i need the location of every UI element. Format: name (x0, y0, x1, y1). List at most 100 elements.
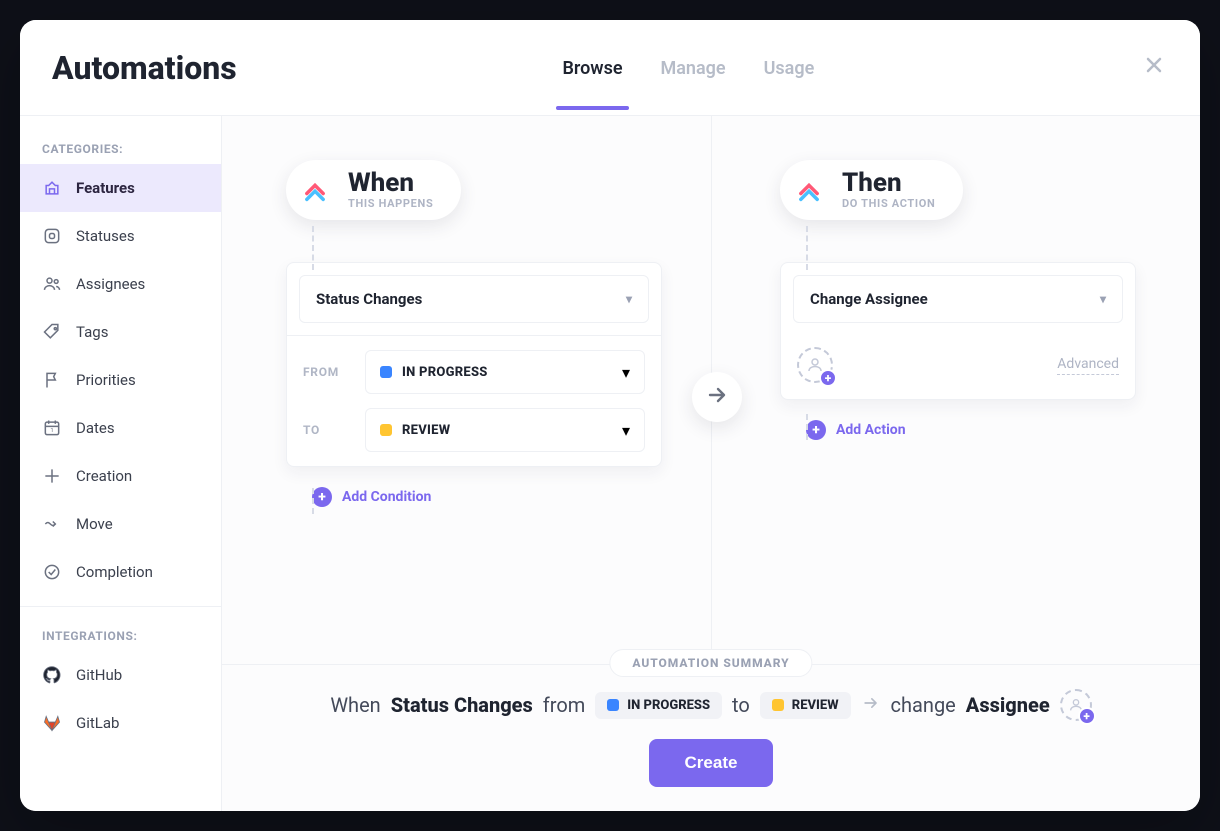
sidebar: CATEGORIES: Features Statuses Assignees (20, 116, 222, 811)
action-select[interactable]: Change Assignee ▾ (793, 275, 1123, 323)
tags-icon (42, 322, 62, 342)
from-status-select[interactable]: IN PROGRESS ▾ (365, 350, 645, 394)
tabs: Browse Manage Usage (562, 26, 814, 109)
sidebar-item-label: Statuses (76, 227, 135, 245)
chevron-down-icon: ▾ (626, 292, 632, 306)
tab-usage[interactable]: Usage (764, 26, 815, 109)
summary-trigger: Status Changes (391, 693, 533, 717)
assignees-icon (42, 274, 62, 294)
sidebar-item-label: GitLab (76, 714, 119, 732)
gitlab-icon (42, 713, 62, 733)
chevron-down-icon: ▾ (622, 421, 630, 440)
tab-manage[interactable]: Manage (661, 26, 726, 109)
sidebar-heading-integrations: INTEGRATIONS: (20, 617, 221, 651)
summary-from-word: from (543, 693, 585, 717)
sidebar-item-label: Assignees (76, 275, 145, 293)
statuses-icon (42, 226, 62, 246)
sidebar-item-assignees[interactable]: Assignees (20, 260, 221, 308)
status-dot-in-progress (380, 366, 392, 378)
plus-badge-icon: + (1078, 707, 1096, 725)
to-label: TO (303, 423, 351, 437)
sidebar-item-label: GitHub (76, 666, 122, 684)
to-status-select[interactable]: REVIEW ▾ (365, 408, 645, 452)
sidebar-item-label: Priorities (76, 371, 136, 389)
create-button[interactable]: Create (649, 739, 774, 787)
advanced-link[interactable]: Advanced (1057, 356, 1119, 375)
summary-to-chip: REVIEW (760, 692, 851, 719)
when-header-pill: When THIS HAPPENS (286, 160, 461, 220)
to-status-value: REVIEW (402, 423, 450, 438)
completion-icon (42, 562, 62, 582)
trigger-select-value: Status Changes (316, 290, 422, 308)
when-step: When THIS HAPPENS Status Changes ▾ (286, 160, 662, 507)
sidebar-item-tags[interactable]: Tags (20, 308, 221, 356)
add-condition-label: Add Condition (342, 489, 431, 505)
sidebar-item-label: Creation (76, 467, 132, 485)
sidebar-item-label: Completion (76, 563, 153, 581)
then-step: Then DO THIS ACTION Change Assignee ▾ (780, 160, 1136, 440)
action-select-value: Change Assignee (810, 290, 928, 308)
automation-summary: AUTOMATION SUMMARY When Status Changes f… (222, 664, 1200, 811)
then-card: Change Assignee ▾ + Advanced (780, 262, 1136, 400)
when-card: Status Changes ▾ FROM IN PROGRESS ▾ (286, 262, 662, 467)
sidebar-item-statuses[interactable]: Statuses (20, 212, 221, 260)
arrow-right-icon (861, 693, 881, 718)
connector-line (806, 226, 808, 270)
tab-browse[interactable]: Browse (562, 26, 622, 109)
summary-add-assignee[interactable]: + (1060, 689, 1092, 721)
sidebar-item-github[interactable]: GitHub (20, 651, 221, 699)
chevron-down-icon: ▾ (622, 363, 630, 382)
connector-line (312, 488, 314, 514)
sidebar-item-label: Tags (76, 323, 108, 341)
sidebar-divider (20, 606, 221, 607)
when-title: When (348, 170, 433, 197)
flow-arrow (692, 372, 742, 422)
dates-icon: 1 (42, 418, 62, 438)
github-icon (42, 665, 62, 685)
modal-header: Automations Browse Manage Usage (20, 20, 1200, 116)
plus-badge-icon: + (819, 369, 837, 387)
clickup-logo-icon (790, 171, 828, 209)
status-dot-review (380, 424, 392, 436)
modal-body: CATEGORIES: Features Statuses Assignees (20, 116, 1200, 811)
summary-from-chip: IN PROGRESS (595, 692, 722, 719)
automations-modal: Automations Browse Manage Usage CATEGORI… (20, 20, 1200, 811)
clickup-logo-icon (296, 171, 334, 209)
sidebar-item-label: Move (76, 515, 113, 533)
summary-when: When (330, 693, 380, 717)
add-assignee-button[interactable]: + (797, 347, 833, 383)
summary-change-word: change (891, 693, 956, 717)
sidebar-item-label: Features (76, 179, 135, 197)
page-title: Automations (52, 49, 237, 87)
add-action-button[interactable]: + Add Action (806, 420, 906, 440)
when-subtitle: THIS HAPPENS (348, 197, 433, 210)
sidebar-item-completion[interactable]: Completion (20, 548, 221, 596)
sidebar-item-move[interactable]: Move (20, 500, 221, 548)
then-subtitle: DO THIS ACTION (842, 197, 935, 210)
sidebar-item-creation[interactable]: Creation (20, 452, 221, 500)
main-content: When THIS HAPPENS Status Changes ▾ (222, 116, 1200, 811)
close-button[interactable] (1140, 54, 1168, 82)
summary-heading: AUTOMATION SUMMARY (609, 649, 812, 677)
summary-assignee-word: Assignee (966, 693, 1050, 717)
chevron-down-icon: ▾ (1100, 292, 1106, 306)
features-icon (42, 178, 62, 198)
automation-canvas: When THIS HAPPENS Status Changes ▾ (222, 116, 1200, 664)
from-status-value: IN PROGRESS (402, 365, 488, 380)
svg-text:1: 1 (50, 428, 53, 434)
sidebar-heading-categories: CATEGORIES: (20, 130, 221, 164)
sidebar-item-features[interactable]: Features (20, 164, 221, 212)
connector-line (312, 226, 314, 270)
summary-to-word: to (732, 693, 750, 717)
then-title: Then (842, 170, 935, 197)
sidebar-item-gitlab[interactable]: GitLab (20, 699, 221, 747)
sidebar-item-dates[interactable]: 1 Dates (20, 404, 221, 452)
plus-circle-icon: + (806, 420, 826, 440)
arrow-right-icon (705, 383, 729, 411)
sidebar-item-label: Dates (76, 419, 115, 437)
trigger-select[interactable]: Status Changes ▾ (299, 275, 649, 323)
sidebar-item-priorities[interactable]: Priorities (20, 356, 221, 404)
creation-icon (42, 466, 62, 486)
add-condition-button[interactable]: + Add Condition (312, 487, 431, 507)
move-icon (42, 514, 62, 534)
